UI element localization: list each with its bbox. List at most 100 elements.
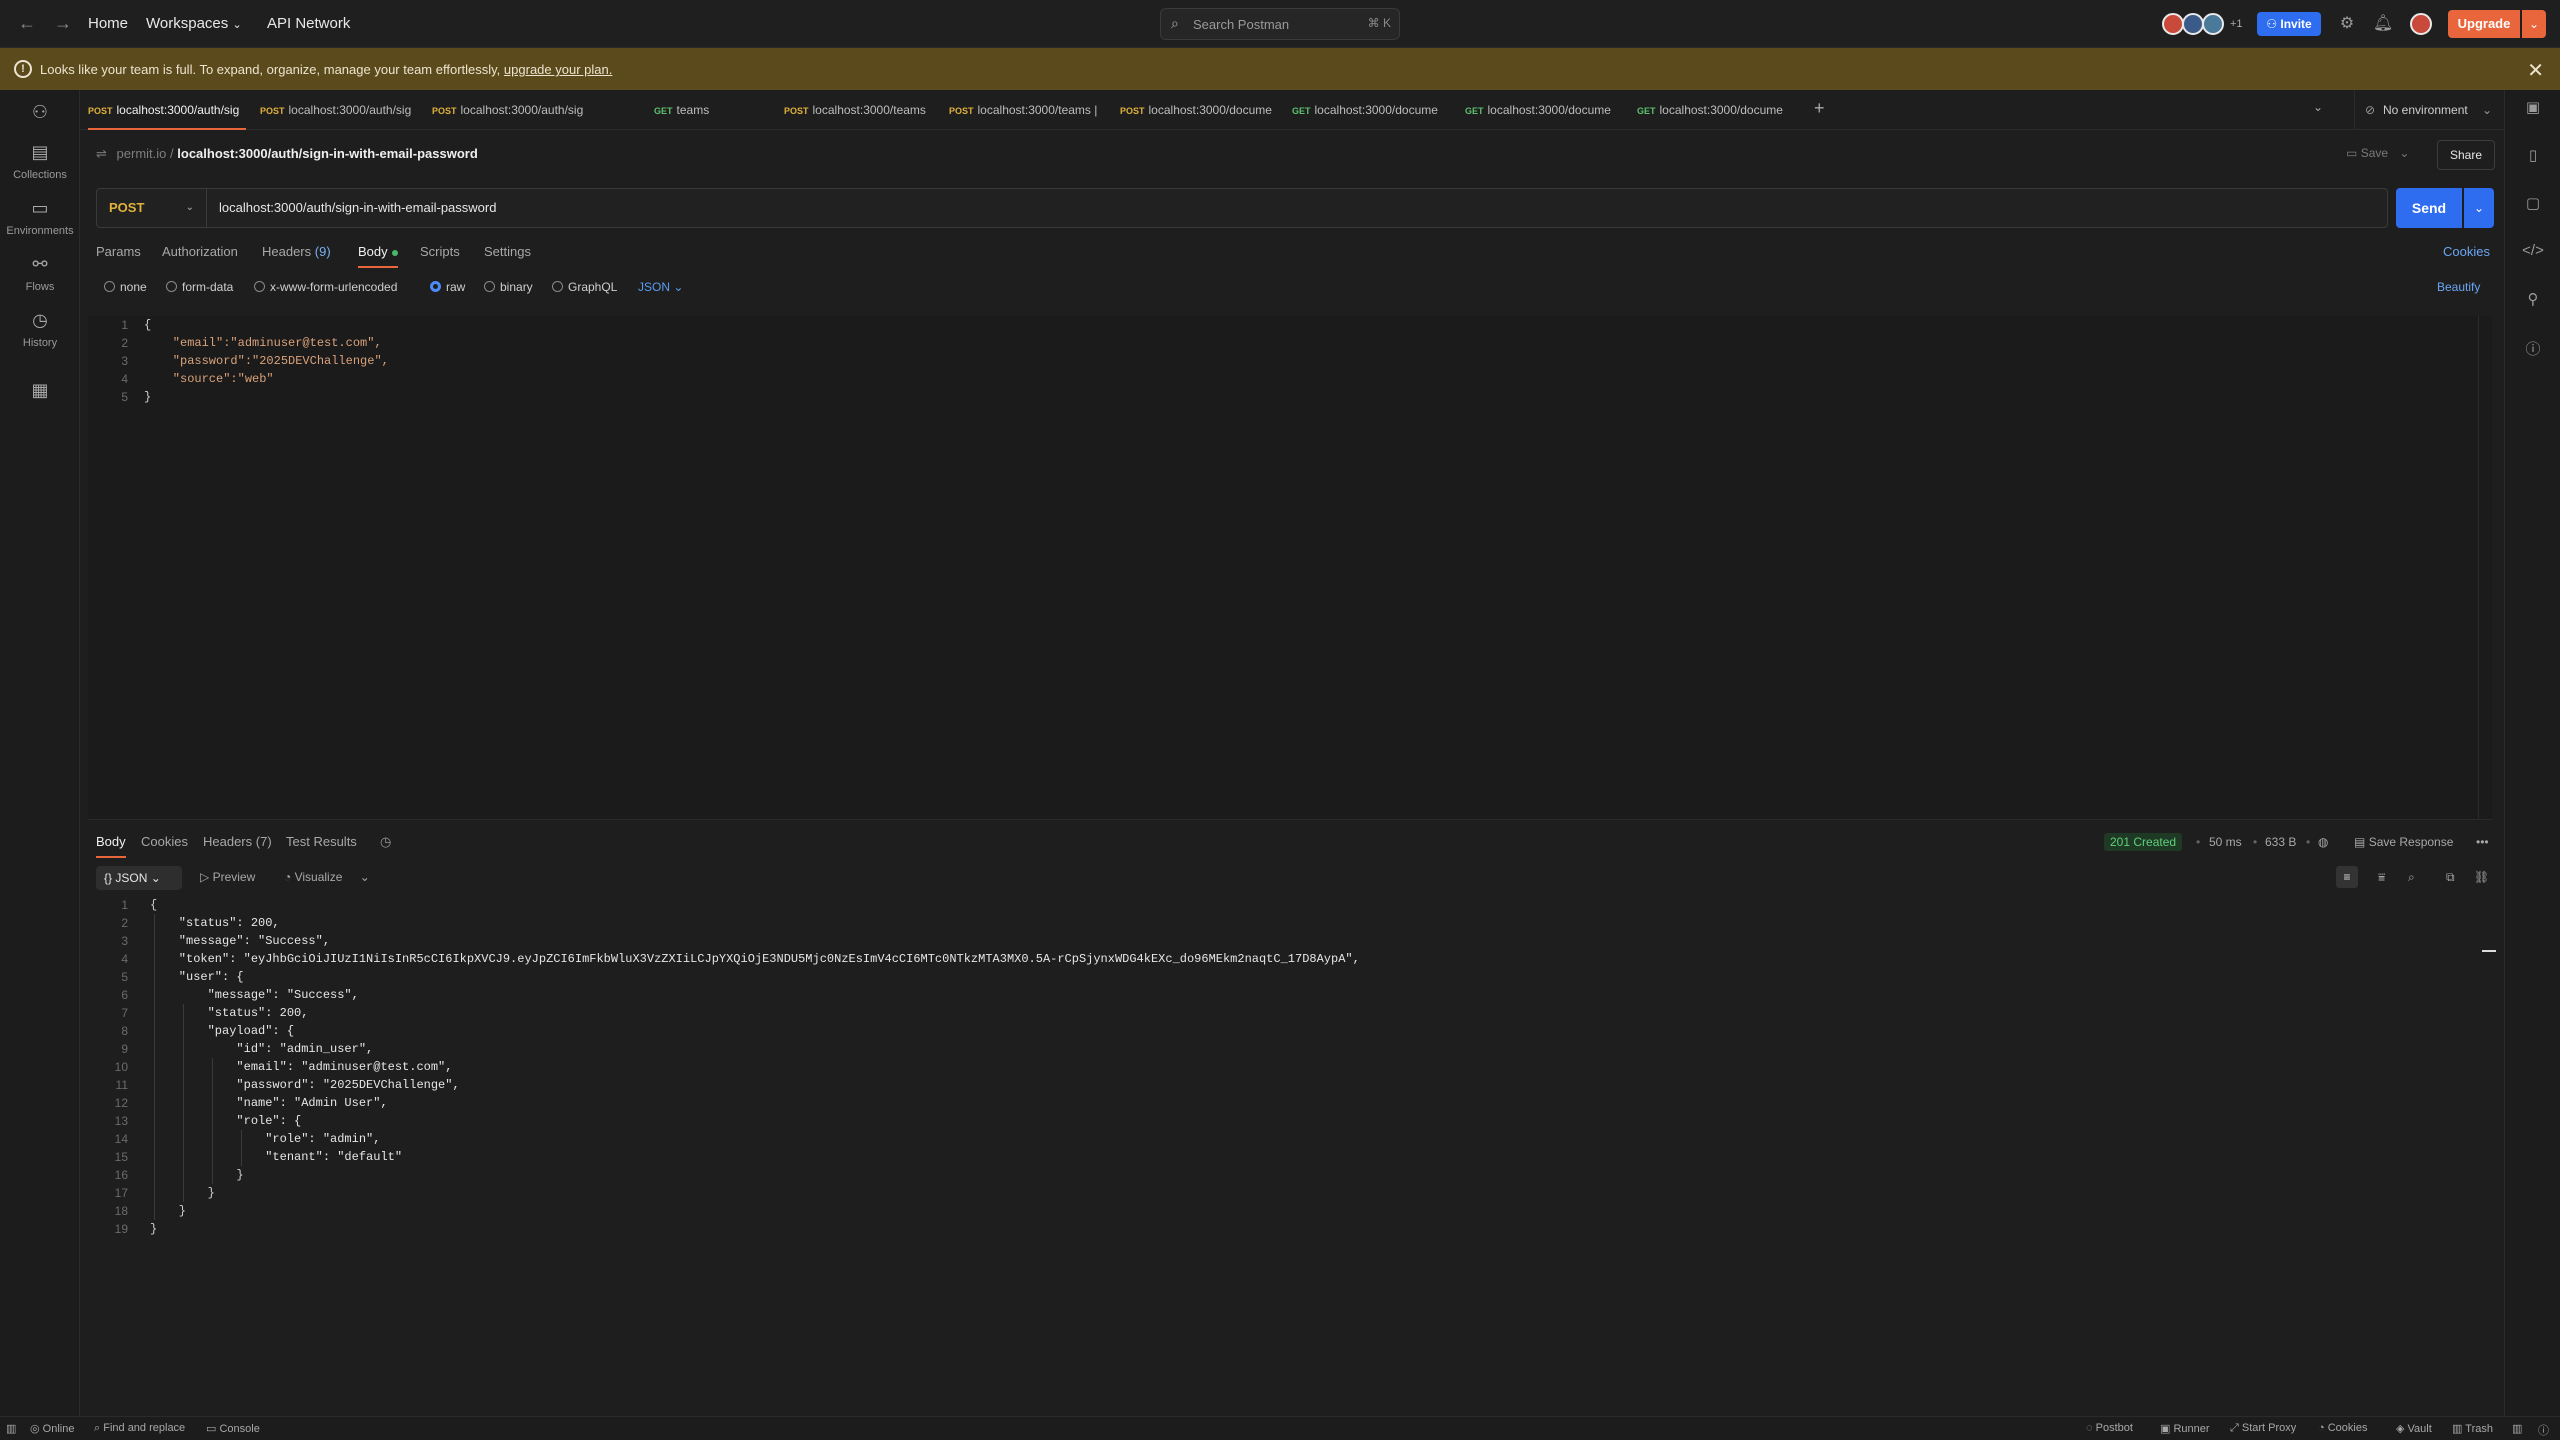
sidebar-item-collections[interactable]: ▤ Collections [0, 142, 80, 181]
send-dropdown-chevron-icon[interactable]: ⌄ [2464, 188, 2494, 228]
related-collections-icon[interactable]: ⚲ [2505, 290, 2560, 308]
tab-request[interactable]: GET localhost:3000/docume [1465, 90, 1623, 130]
tab-body[interactable]: Body [358, 244, 398, 268]
upgrade-dropdown-chevron-icon[interactable]: ⌄ [2522, 10, 2546, 38]
response-tab-cookies[interactable]: Cookies [141, 834, 188, 849]
tab-request[interactable]: POST localhost:3000/auth/sig [260, 90, 418, 130]
radio-binary[interactable]: binary [484, 280, 533, 294]
response-format-select[interactable]: {} JSON ⌄ [96, 866, 182, 890]
info-icon[interactable]: ⓘ [2505, 338, 2560, 359]
member-avatar[interactable] [2182, 13, 2204, 35]
runner-button[interactable]: ▣ Runner [2160, 1422, 2210, 1435]
response-history-icon[interactable]: ◷ [380, 834, 391, 850]
find-replace-button[interactable]: ⌕ Find and replace [94, 1422, 185, 1435]
sidebar-item-environments[interactable]: ▭ Environments [0, 198, 80, 237]
tab-headers[interactable]: Headers (9) [262, 244, 331, 259]
request-body-editor[interactable]: 1 2 3 4 5 { "email":"adminuser@test.com"… [88, 316, 2492, 820]
tab-scripts[interactable]: Scripts [420, 244, 460, 259]
sidebar-item-history[interactable]: ◷ History [0, 310, 80, 349]
save-response-button[interactable]: ▤ Save Response [2354, 835, 2453, 849]
network-globe-icon[interactable]: ◍ [2318, 835, 2328, 849]
status-badge[interactable]: 201 Created [2104, 833, 2183, 851]
response-tab-test-results[interactable]: Test Results [286, 834, 357, 849]
cookies-button[interactable]: ◔ Cookies [2318, 1422, 2367, 1434]
status-online[interactable]: ◎ Online [30, 1422, 74, 1435]
copy-icon[interactable]: ⧉ [2446, 870, 2455, 885]
breadcrumb-workspace[interactable]: permit.io [117, 146, 167, 161]
settings-gear-icon[interactable]: ⚙ [2336, 13, 2358, 35]
nav-api-network[interactable]: API Network [267, 15, 350, 32]
body-format-select[interactable]: JSON ⌄ [638, 280, 683, 294]
breadcrumb-current[interactable]: localhost:3000/auth/sign-in-with-email-p… [177, 146, 478, 161]
beautify-button[interactable]: Beautify [2437, 280, 2480, 294]
send-button[interactable]: Send [2396, 188, 2462, 228]
trash-button[interactable]: ▥ Trash [2452, 1422, 2493, 1435]
scrollbar[interactable] [2478, 316, 2492, 820]
visualize-button[interactable]: ◔ Visualize ⌄ [284, 870, 370, 884]
upgrade-button[interactable]: Upgrade [2448, 10, 2520, 38]
search-input[interactable]: ⌕ Search Postman ⌘ K [1160, 8, 1400, 40]
radio-urlencoded[interactable]: x-www-form-urlencoded [254, 280, 397, 294]
wrap-lines-icon[interactable]: ≡ [2336, 866, 2358, 888]
close-icon[interactable]: ✕ [2527, 58, 2544, 83]
radio-raw[interactable]: raw [430, 280, 465, 294]
more-options-icon[interactable]: ••• [2476, 835, 2489, 849]
help-icon[interactable]: ⓘ [2538, 1422, 2549, 1438]
user-avatar[interactable] [2410, 13, 2432, 35]
environment-select[interactable]: ⊘ No environment ⌄ [2354, 90, 2504, 130]
member-avatar[interactable] [2202, 13, 2224, 35]
upgrade-plan-link[interactable]: upgrade your plan. [504, 62, 612, 77]
notification-bell-icon[interactable]: 🔔︎ [2372, 13, 2394, 35]
documentation-icon[interactable]: ▯ [2505, 146, 2560, 164]
sidebar-item-more[interactable]: ▦ [0, 380, 80, 407]
tab-request[interactable]: POST localhost:3000/docume [1120, 90, 1278, 130]
share-button[interactable]: Share [2437, 140, 2495, 170]
response-size[interactable]: 633 B [2265, 835, 2296, 849]
start-proxy-button[interactable]: ⤢ Start Proxy [2230, 1422, 2296, 1435]
response-body-viewer[interactable]: 1 2 3 4 5 6 7 8 9 10 11 12 13 14 15 16 1… [88, 896, 2496, 1406]
preview-button[interactable]: ▷ Preview [200, 870, 255, 884]
tab-request[interactable]: POST localhost:3000/auth/sig [88, 90, 246, 130]
layout-toggle-icon[interactable]: ▥ [6, 1422, 16, 1435]
filter-icon[interactable]: ⩸ [2378, 870, 2385, 885]
environment-quicklook-icon[interactable]: ▣ [2505, 98, 2560, 116]
tab-request[interactable]: GET localhost:3000/docume [1637, 90, 1795, 130]
radio-form-data[interactable]: form-data [166, 280, 233, 294]
postbot-button[interactable]: ◌ Postbot [2086, 1422, 2133, 1434]
tabs-overflow-chevron-icon[interactable]: ⌄ [2313, 100, 2323, 114]
invite-button[interactable]: ⚇ Invite [2257, 12, 2321, 36]
comments-icon[interactable]: ▢ [2505, 194, 2560, 212]
tab-request[interactable]: GET teams [654, 90, 754, 130]
forward-arrow-icon[interactable]: → [52, 12, 74, 34]
back-arrow-icon[interactable]: ← [16, 12, 38, 34]
tab-request[interactable]: POST localhost:3000/auth/sig [432, 90, 590, 130]
two-pane-icon[interactable]: ▥ [2512, 1422, 2522, 1435]
code-icon[interactable]: </> [2505, 242, 2560, 259]
nav-workspaces[interactable]: Workspaces ⌄ [146, 15, 242, 32]
save-button[interactable]: ▭ Save ⌄ [2346, 146, 2409, 160]
nav-home[interactable]: Home [88, 15, 128, 32]
search-icon[interactable]: ⌕ [2408, 870, 2415, 885]
radio-none[interactable]: none [104, 280, 147, 294]
tab-request[interactable]: GET localhost:3000/docume [1292, 90, 1450, 130]
tab-request[interactable]: POST localhost:3000/teams | [949, 90, 1107, 130]
response-tab-headers[interactable]: Headers (7) [203, 834, 272, 849]
cookies-link[interactable]: Cookies [2443, 244, 2490, 259]
tab-settings[interactable]: Settings [484, 244, 531, 259]
response-tab-body[interactable]: Body [96, 834, 126, 858]
link-icon[interactable]: ⛓ [2474, 870, 2489, 884]
url-input[interactable]: localhost:3000/auth/sign-in-with-email-p… [219, 189, 2369, 227]
team-icon[interactable]: ⚇ [0, 102, 80, 129]
tab-params[interactable]: Params [96, 244, 141, 259]
tab-request[interactable]: POST localhost:3000/teams [784, 90, 934, 130]
vault-button[interactable]: ◈ Vault [2396, 1422, 2432, 1435]
response-time[interactable]: 50 ms [2209, 835, 2242, 849]
sidebar-item-flows[interactable]: ⚯ Flows [0, 254, 80, 293]
radio-graphql[interactable]: GraphQL [552, 280, 617, 294]
tab-authorization[interactable]: Authorization [162, 244, 238, 259]
method-select[interactable]: POST ⌄ [97, 189, 207, 227]
member-avatar[interactable] [2162, 13, 2184, 35]
new-tab-plus-icon[interactable]: + [1814, 98, 1825, 119]
console-button[interactable]: ▭ Console [206, 1422, 260, 1435]
extra-members-count[interactable]: +1 [2230, 18, 2243, 30]
